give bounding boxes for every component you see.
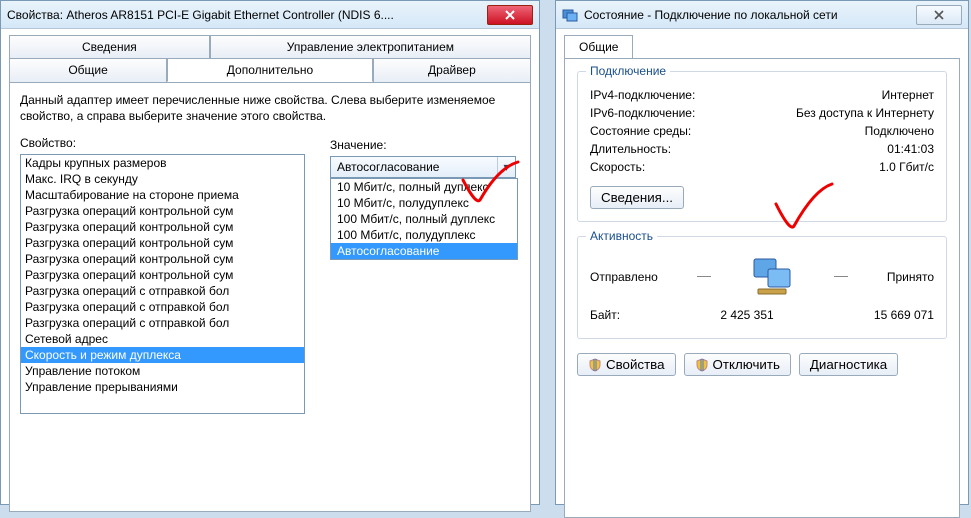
property-item[interactable]: Сетевой адрес bbox=[21, 331, 304, 347]
row-value: Подключено bbox=[865, 124, 934, 138]
property-item[interactable]: Управление потоком bbox=[21, 363, 304, 379]
properties-button-label: Свойства bbox=[606, 357, 665, 372]
connection-row: IPv4-подключение: Интернет bbox=[590, 88, 934, 102]
dropdown-item[interactable]: Автосогласование bbox=[331, 243, 517, 259]
property-item[interactable]: Разгрузка операций контрольной сум bbox=[21, 219, 304, 235]
tab-general[interactable]: Общие bbox=[9, 58, 167, 82]
row-key: Состояние среды: bbox=[590, 124, 691, 138]
sent-label: Отправлено bbox=[590, 270, 658, 284]
connection-group: Подключение IPv4-подключение:ИнтернетIPv… bbox=[577, 71, 947, 222]
property-list[interactable]: Кадры крупных размеровМакс. IRQ в секунд… bbox=[20, 154, 305, 414]
property-item[interactable]: Разгрузка операций с отправкой бол bbox=[21, 315, 304, 331]
properties-button[interactable]: Свойства bbox=[577, 353, 676, 376]
disable-button[interactable]: Отключить bbox=[684, 353, 791, 376]
property-label: Свойство: bbox=[20, 136, 305, 150]
close-button[interactable] bbox=[916, 5, 962, 25]
status-body: Подключение IPv4-подключение:ИнтернетIPv… bbox=[564, 58, 960, 518]
property-item[interactable]: Кадры крупных размеров bbox=[21, 155, 304, 171]
connection-row: Длительность: 01:41:03 bbox=[590, 142, 934, 156]
connection-row: Скорость: 1.0 Гбит/с bbox=[590, 160, 934, 174]
window-title: Состояние - Подключение по локальной сет… bbox=[584, 8, 916, 22]
value-combo[interactable]: Автосогласование ▾ 10 Мбит/с, полный дуп… bbox=[330, 156, 516, 178]
activity-group: Активность Отправлено Принято Байт: 2 42… bbox=[577, 236, 947, 339]
adapter-properties-window: Свойства: Atheros AR8151 PCI-E Gigabit E… bbox=[0, 0, 540, 505]
bytes-label: Байт: bbox=[590, 308, 620, 322]
row-value: Интернет bbox=[882, 88, 934, 102]
network-activity-icon bbox=[750, 255, 794, 298]
button-row: Свойства Отключить Диагностика bbox=[577, 353, 947, 376]
connection-status-window: Состояние - Подключение по локальной сет… bbox=[555, 0, 969, 505]
connection-row: Состояние среды: Подключено bbox=[590, 124, 934, 138]
details-button-label: Сведения... bbox=[601, 190, 673, 205]
property-item[interactable]: Разгрузка операций контрольной сум bbox=[21, 251, 304, 267]
property-item[interactable]: Разгрузка операций контрольной сум bbox=[21, 267, 304, 283]
diagnostics-button-label: Диагностика bbox=[810, 357, 887, 372]
bytes-recv: 15 669 071 bbox=[874, 308, 934, 322]
shield-icon bbox=[695, 358, 709, 372]
value-label: Значение: bbox=[330, 138, 520, 152]
property-item[interactable]: Макс. IRQ в секунду bbox=[21, 171, 304, 187]
property-item[interactable]: Масштабирование на стороне приема bbox=[21, 187, 304, 203]
tab-driver[interactable]: Драйвер bbox=[373, 58, 531, 82]
dropdown-item[interactable]: 10 Мбит/с, полный дуплекс bbox=[331, 179, 517, 195]
recv-label: Принято bbox=[887, 270, 934, 284]
tab-row-2: Общие Дополнительно Драйвер bbox=[9, 58, 531, 82]
property-item[interactable]: Разгрузка операций с отправкой бол bbox=[21, 299, 304, 315]
row-value: 1.0 Гбит/с bbox=[879, 160, 934, 174]
tab-power[interactable]: Управление электропитанием bbox=[210, 35, 531, 58]
tab-general[interactable]: Общие bbox=[564, 35, 633, 58]
row-value: 01:41:03 bbox=[887, 142, 934, 156]
tab-info[interactable]: Сведения bbox=[9, 35, 210, 58]
row-key: Скорость: bbox=[590, 160, 645, 174]
chevron-down-icon: ▾ bbox=[497, 157, 515, 177]
row-key: Длительность: bbox=[590, 142, 671, 156]
disable-button-label: Отключить bbox=[713, 357, 780, 372]
group-title-connection: Подключение bbox=[586, 64, 670, 78]
property-item[interactable]: Разгрузка операций с отправкой бол bbox=[21, 283, 304, 299]
row-key: IPv4-подключение: bbox=[590, 88, 695, 102]
dropdown-item[interactable]: 100 Мбит/с, полный дуплекс bbox=[331, 211, 517, 227]
tab-advanced[interactable]: Дополнительно bbox=[167, 58, 373, 82]
dropdown-item[interactable]: 10 Мбит/с, полудуплекс bbox=[331, 195, 517, 211]
row-value: Без доступа к Интернету bbox=[796, 106, 934, 120]
diagnostics-button[interactable]: Диагностика bbox=[799, 353, 898, 376]
property-item[interactable]: Скорость и режим дуплекса bbox=[21, 347, 304, 363]
dropdown-item[interactable]: 100 Мбит/с, полудуплекс bbox=[331, 227, 517, 243]
group-title-activity: Активность bbox=[586, 229, 657, 243]
bytes-sent: 2 425 351 bbox=[720, 308, 773, 322]
shield-icon bbox=[588, 358, 602, 372]
advanced-description: Данный адаптер имеет перечисленные ниже … bbox=[20, 93, 520, 124]
combo-value: Автосогласование bbox=[331, 160, 497, 174]
row-key: IPv6-подключение: bbox=[590, 106, 695, 120]
close-button[interactable] bbox=[487, 5, 533, 25]
details-button[interactable]: Сведения... bbox=[590, 186, 684, 209]
property-item[interactable]: Разгрузка операций контрольной сум bbox=[21, 235, 304, 251]
titlebar: Состояние - Подключение по локальной сет… bbox=[556, 1, 968, 29]
tabs: Общие bbox=[564, 35, 960, 58]
window-title: Свойства: Atheros AR8151 PCI-E Gigabit E… bbox=[7, 8, 487, 22]
connection-row: IPv6-подключение: Без доступа к Интернету bbox=[590, 106, 934, 120]
property-item[interactable]: Управление прерываниями bbox=[21, 379, 304, 395]
titlebar: Свойства: Atheros AR8151 PCI-E Gigabit E… bbox=[1, 1, 539, 29]
tab-row-1: Сведения Управление электропитанием bbox=[9, 35, 531, 58]
network-icon bbox=[562, 7, 578, 23]
advanced-body: Данный адаптер имеет перечисленные ниже … bbox=[9, 82, 531, 512]
value-dropdown: 10 Мбит/с, полный дуплекс10 Мбит/с, полу… bbox=[330, 178, 518, 260]
property-item[interactable]: Разгрузка операций контрольной сум bbox=[21, 203, 304, 219]
